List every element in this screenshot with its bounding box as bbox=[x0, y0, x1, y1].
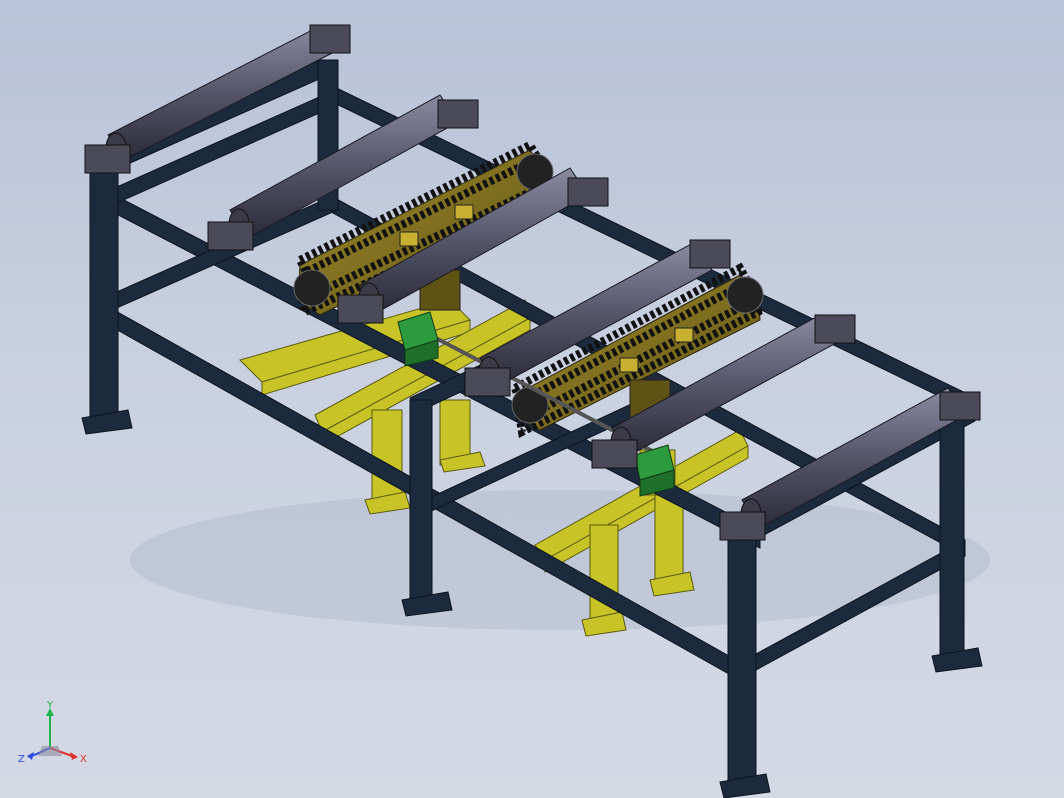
x-axis-arrow-icon bbox=[70, 752, 78, 760]
cad-viewport[interactable]: Y X Z bbox=[0, 0, 1064, 798]
y-axis-label: Y bbox=[46, 700, 54, 711]
orientation-triad[interactable]: Y X Z bbox=[18, 700, 90, 772]
conveyor-assembly-model[interactable] bbox=[0, 0, 1064, 798]
z-axis-label: Z bbox=[18, 754, 25, 765]
z-axis-arrow-icon bbox=[27, 752, 34, 760]
triad-base bbox=[38, 746, 62, 756]
x-axis-label: X bbox=[80, 754, 87, 765]
